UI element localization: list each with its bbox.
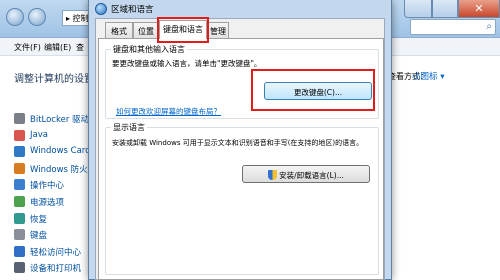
keyboard-group-description: 要更改键盘或输入语言，请单击"更改键盘"。: [112, 59, 262, 68]
install-uninstall-languages-button[interactable]: 安装/卸载语言(L)...: [242, 165, 370, 183]
control-panel-item-icon: [14, 129, 25, 141]
control-panel-item-label: 电源选项: [30, 198, 65, 208]
control-panel-item-label: 设备和打印机: [30, 264, 82, 275]
control-panel-item-icon: [14, 245, 25, 257]
control-panel-item[interactable]: [376, 196, 496, 208]
control-panel-item-icon: [14, 113, 25, 124]
control-panel-item[interactable]: [376, 146, 496, 158]
close-icon: ✕: [474, 2, 484, 15]
dialog-title: 区域和语言: [111, 5, 154, 15]
menu-edit[interactable]: 编辑(E): [44, 42, 71, 53]
back-icon[interactable]: [6, 8, 24, 26]
tab-location[interactable]: 位置: [133, 22, 159, 38]
search-icon: ⌕: [486, 21, 492, 32]
control-panel-item-label: 恢复: [30, 214, 48, 225]
display-language-group: 显示语言 安装或卸载 Windows 可用于显示文本和识别语音和手写(在支持的地…: [105, 122, 379, 275]
control-panel-item[interactable]: [376, 163, 496, 175]
control-panel-item-label: 操作中心: [30, 181, 65, 192]
uac-shield-icon: [268, 170, 278, 180]
minimize-button[interactable]: [404, 0, 432, 18]
control-panel-item[interactable]: [376, 229, 496, 241]
control-panel-item-label: 轻松访问中心: [30, 247, 82, 258]
menu-view[interactable]: 查: [76, 42, 84, 53]
page-heading: 调整计算机的设置: [14, 74, 94, 85]
menu-file[interactable]: 文件(F): [14, 42, 41, 53]
search-box[interactable]: ⌕: [410, 19, 496, 35]
control-panel-item-icon: [14, 262, 25, 274]
control-panel-item-icon: [14, 196, 25, 207]
close-button[interactable]: ✕: [458, 0, 500, 18]
control-panel-item-icon: [14, 146, 25, 158]
control-panel-item-label: Java: [30, 129, 48, 140]
control-panel-item-icon: [14, 212, 25, 224]
control-panel-item-icon: [14, 229, 25, 241]
control-panel-item-icon: [14, 162, 25, 174]
view-by-dropdown[interactable]: 小图标 ▾: [412, 70, 444, 82]
tab-highlight-box: [157, 17, 209, 43]
tab-formats[interactable]: 格式: [105, 22, 133, 38]
globe-icon: [95, 3, 107, 15]
control-panel-item-icon: [14, 179, 25, 191]
forward-icon[interactable]: [28, 8, 46, 26]
control-panel-item-label: Windows 防火墙: [30, 164, 97, 175]
display-language-legend: 显示语言: [111, 122, 147, 133]
control-panel-item[interactable]: [376, 246, 496, 258]
maximize-button[interactable]: [432, 0, 458, 18]
control-panel-item[interactable]: [376, 262, 496, 274]
display-language-description: 安装或卸载 Windows 可用于显示文本和识别语音和手写(在支持的地区)的语言…: [112, 139, 364, 147]
button-highlight-box: [251, 69, 375, 111]
install-uninstall-label: 安装/卸载语言(L)...: [279, 171, 344, 180]
control-panel-item-label: 键盘: [30, 231, 48, 242]
tab-administrative[interactable]: 管理: [207, 22, 229, 38]
control-panel-item[interactable]: [376, 113, 496, 125]
welcome-screen-keyboard-link[interactable]: 如何更改欢迎屏幕的键盘布局？: [116, 106, 221, 117]
keyboard-group-legend: 键盘和其他输入语言: [111, 44, 187, 55]
